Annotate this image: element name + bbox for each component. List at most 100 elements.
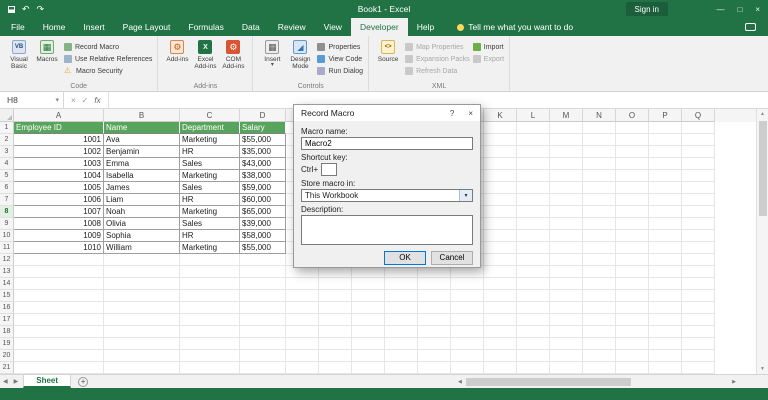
import-button[interactable]: Import bbox=[472, 41, 504, 53]
cell-M9[interactable] bbox=[550, 218, 583, 230]
cell-Q21[interactable] bbox=[682, 362, 715, 374]
cell-Q8[interactable] bbox=[682, 206, 715, 218]
cell-G18[interactable] bbox=[352, 326, 385, 338]
row-header-21[interactable]: 21 bbox=[0, 362, 14, 374]
map-properties-button[interactable]: Map Properties bbox=[405, 41, 470, 53]
cell-A13[interactable] bbox=[14, 266, 104, 278]
store-macro-select[interactable]: This Workbook ▾ bbox=[301, 189, 473, 202]
row-header-19[interactable]: 19 bbox=[0, 338, 14, 350]
cell-F14[interactable] bbox=[319, 278, 352, 290]
sheet-nav-left-icon[interactable]: ◀ bbox=[0, 378, 11, 385]
cell-B10[interactable]: Sophia bbox=[104, 230, 180, 242]
cell-L1[interactable] bbox=[517, 122, 550, 134]
cell-A19[interactable] bbox=[14, 338, 104, 350]
cell-M5[interactable] bbox=[550, 170, 583, 182]
cell-A5[interactable]: 1004 bbox=[14, 170, 104, 182]
cell-L12[interactable] bbox=[517, 254, 550, 266]
cell-A21[interactable] bbox=[14, 362, 104, 374]
cell-Q15[interactable] bbox=[682, 290, 715, 302]
design-mode-button[interactable]: Design Mode bbox=[286, 38, 314, 70]
cell-H18[interactable] bbox=[385, 326, 418, 338]
cell-O7[interactable] bbox=[616, 194, 649, 206]
cell-P2[interactable] bbox=[649, 134, 682, 146]
cell-P11[interactable] bbox=[649, 242, 682, 254]
cell-M8[interactable] bbox=[550, 206, 583, 218]
cell-O2[interactable] bbox=[616, 134, 649, 146]
sheet-tab[interactable]: Sheet bbox=[23, 375, 72, 388]
cell-A1[interactable]: Employee ID bbox=[14, 122, 104, 134]
cell-K19[interactable] bbox=[484, 338, 517, 350]
cell-A20[interactable] bbox=[14, 350, 104, 362]
cell-N20[interactable] bbox=[583, 350, 616, 362]
cell-E17[interactable] bbox=[286, 314, 319, 326]
row-header-10[interactable]: 10 bbox=[0, 230, 14, 242]
cell-E21[interactable] bbox=[286, 362, 319, 374]
cell-K4[interactable] bbox=[484, 158, 517, 170]
cell-G16[interactable] bbox=[352, 302, 385, 314]
cell-K5[interactable] bbox=[484, 170, 517, 182]
maximize-icon[interactable]: □ bbox=[737, 5, 742, 14]
horizontal-scroll-track[interactable] bbox=[463, 377, 731, 386]
cell-H17[interactable] bbox=[385, 314, 418, 326]
cell-H21[interactable] bbox=[385, 362, 418, 374]
cancel-formula-icon[interactable]: × bbox=[71, 96, 76, 105]
cell-G15[interactable] bbox=[352, 290, 385, 302]
cell-Q11[interactable] bbox=[682, 242, 715, 254]
row-header-17[interactable]: 17 bbox=[0, 314, 14, 326]
cell-D17[interactable] bbox=[240, 314, 286, 326]
cell-P7[interactable] bbox=[649, 194, 682, 206]
row-header-11[interactable]: 11 bbox=[0, 242, 14, 254]
row-header-20[interactable]: 20 bbox=[0, 350, 14, 362]
cell-L7[interactable] bbox=[517, 194, 550, 206]
cell-C18[interactable] bbox=[180, 326, 240, 338]
cell-B4[interactable]: Emma bbox=[104, 158, 180, 170]
cell-L17[interactable] bbox=[517, 314, 550, 326]
properties-button[interactable]: Properties bbox=[317, 41, 363, 53]
cell-Q12[interactable] bbox=[682, 254, 715, 266]
cell-P16[interactable] bbox=[649, 302, 682, 314]
cell-D21[interactable] bbox=[240, 362, 286, 374]
dialog-title-bar[interactable]: Record Macro ? × bbox=[294, 105, 480, 121]
row-header-5[interactable]: 5 bbox=[0, 170, 14, 182]
cell-G21[interactable] bbox=[352, 362, 385, 374]
cell-C12[interactable] bbox=[180, 254, 240, 266]
cell-Q9[interactable] bbox=[682, 218, 715, 230]
cell-M11[interactable] bbox=[550, 242, 583, 254]
cell-D8[interactable]: $65,000 bbox=[240, 206, 286, 218]
cell-D12[interactable] bbox=[240, 254, 286, 266]
cell-C10[interactable]: HR bbox=[180, 230, 240, 242]
cell-P18[interactable] bbox=[649, 326, 682, 338]
cell-H20[interactable] bbox=[385, 350, 418, 362]
cell-Q19[interactable] bbox=[682, 338, 715, 350]
cell-C15[interactable] bbox=[180, 290, 240, 302]
cell-Q10[interactable] bbox=[682, 230, 715, 242]
cell-P21[interactable] bbox=[649, 362, 682, 374]
cell-D19[interactable] bbox=[240, 338, 286, 350]
cell-G17[interactable] bbox=[352, 314, 385, 326]
cell-F17[interactable] bbox=[319, 314, 352, 326]
cell-E19[interactable] bbox=[286, 338, 319, 350]
cell-I18[interactable] bbox=[418, 326, 451, 338]
cell-K11[interactable] bbox=[484, 242, 517, 254]
cell-K8[interactable] bbox=[484, 206, 517, 218]
cell-L2[interactable] bbox=[517, 134, 550, 146]
cell-B20[interactable] bbox=[104, 350, 180, 362]
cell-G14[interactable] bbox=[352, 278, 385, 290]
ribbon-tab-view[interactable]: View bbox=[315, 18, 351, 36]
cell-O14[interactable] bbox=[616, 278, 649, 290]
cell-K13[interactable] bbox=[484, 266, 517, 278]
ribbon-tab-help[interactable]: Help bbox=[408, 18, 443, 36]
ribbon-tab-developer[interactable]: Developer bbox=[350, 18, 408, 36]
cell-C17[interactable] bbox=[180, 314, 240, 326]
cell-A15[interactable] bbox=[14, 290, 104, 302]
cell-O19[interactable] bbox=[616, 338, 649, 350]
undo-icon[interactable]: ↶ bbox=[22, 4, 30, 14]
cell-N7[interactable] bbox=[583, 194, 616, 206]
cell-Q3[interactable] bbox=[682, 146, 715, 158]
cell-B12[interactable] bbox=[104, 254, 180, 266]
tell-me-box[interactable]: Tell me what you want to do bbox=[457, 22, 573, 32]
cell-L3[interactable] bbox=[517, 146, 550, 158]
cell-Q7[interactable] bbox=[682, 194, 715, 206]
cell-B2[interactable]: Ava bbox=[104, 134, 180, 146]
minimize-icon[interactable]: — bbox=[716, 5, 724, 14]
